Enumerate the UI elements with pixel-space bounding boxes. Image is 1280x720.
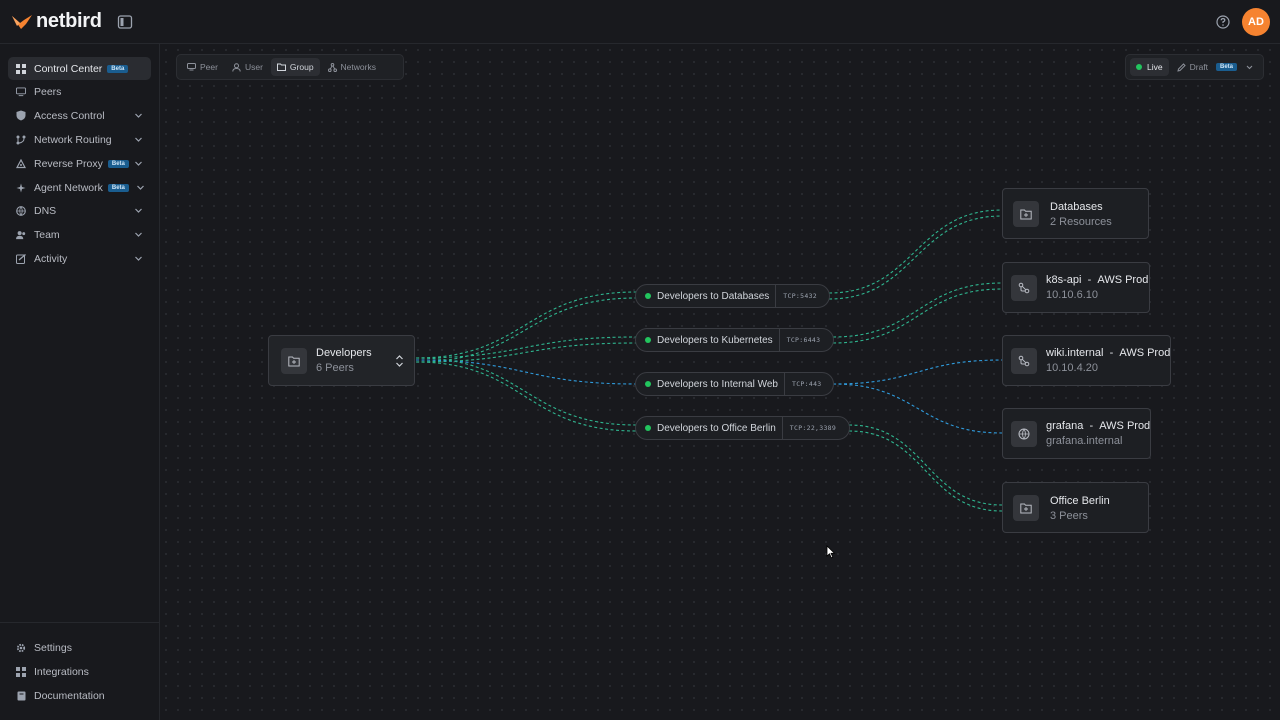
edge-policy-wiki [832, 359, 1003, 385]
expand-collapse-icon[interactable] [395, 354, 404, 368]
policy-port: TCP:6443 [778, 329, 828, 351]
edge-developers-databases [415, 291, 637, 359]
edge-developers-kubernetes [415, 342, 637, 363]
mouse-cursor-icon [826, 545, 836, 559]
destination-detail: 2 Resources [1050, 216, 1112, 228]
policy-port: TCP:22,3389 [781, 417, 843, 439]
folder-icon [281, 348, 307, 374]
destination-node-office-berlin[interactable]: Office Berlin 3 Peers [1002, 482, 1149, 533]
destination-detail: 3 Peers [1050, 510, 1088, 522]
policy-name: Developers to Kubernetes [657, 334, 773, 346]
destination-title: wiki.internal - AWS Prod [1046, 347, 1170, 359]
source-group-name: Developers [316, 347, 372, 359]
policy-status-dot [645, 293, 651, 299]
edge-policy-k8s [832, 288, 1003, 344]
destination-detail: 10.10.6.10 [1046, 289, 1098, 301]
edge-policy-grafana [832, 383, 1003, 434]
policy-node[interactable]: Developers to Databases TCP:5432 [635, 284, 830, 308]
policy-port: TCP:5432 [775, 285, 824, 307]
policy-name: Developers to Databases [657, 290, 770, 302]
destination-name: Databases [1050, 201, 1103, 213]
destination-node-grafana[interactable]: grafana - AWS Prod grafana.internal [1002, 408, 1151, 459]
destination-detail: 10.10.4.20 [1046, 362, 1098, 374]
source-group-node[interactable]: Developers 6 Peers [268, 335, 415, 386]
policy-name: Developers to Internal Web [657, 378, 778, 390]
folder-icon [1013, 495, 1039, 521]
separator: - [1089, 420, 1094, 432]
policy-node[interactable]: Developers to Internal Web TCP:443 [635, 372, 834, 396]
route-icon [1011, 275, 1037, 301]
edge-policy-office-berlin [848, 424, 1003, 506]
separator: - [1087, 274, 1092, 286]
edge-policy-databases [828, 209, 1003, 294]
destination-network: AWS Prod [1119, 347, 1171, 359]
policy-name: Developers to Office Berlin [657, 422, 776, 434]
destination-title: k8s-api - AWS Prod [1046, 274, 1148, 286]
folder-icon [1013, 201, 1039, 227]
edge-policy-databases [828, 215, 1003, 300]
destination-network: AWS Prod [1097, 274, 1149, 286]
globe-icon [1011, 421, 1037, 447]
policy-status-dot [645, 425, 651, 431]
destination-title: grafana - AWS Prod [1046, 420, 1150, 432]
policy-status-dot [645, 337, 651, 343]
destination-network: AWS Prod [1099, 420, 1151, 432]
edge-developers-internal-web [415, 359, 637, 385]
edge-developers-office-berlin [415, 357, 637, 426]
destination-node-databases[interactable]: Databases 2 Resources [1002, 188, 1149, 239]
destination-name: k8s-api [1046, 274, 1082, 286]
policy-node[interactable]: Developers to Kubernetes TCP:6443 [635, 328, 834, 352]
policy-status-dot [645, 381, 651, 387]
edge-policy-office-berlin [848, 430, 1003, 512]
route-icon [1011, 348, 1037, 374]
destination-name: grafana [1046, 420, 1084, 432]
destination-name: wiki.internal [1046, 347, 1104, 359]
destination-node-k8s-api[interactable]: k8s-api - AWS Prod 10.10.6.10 [1002, 262, 1150, 313]
destination-detail: grafana.internal [1046, 435, 1123, 447]
policy-port: TCP:443 [784, 373, 829, 395]
destination-node-wiki-internal[interactable]: wiki.internal - AWS Prod 10.10.4.20 [1002, 335, 1171, 386]
separator: - [1109, 347, 1114, 359]
destination-name: Office Berlin [1050, 495, 1110, 507]
edge-developers-kubernetes [415, 336, 637, 359]
source-group-count: 6 Peers [316, 362, 354, 374]
policy-node[interactable]: Developers to Office Berlin TCP:22,3389 [635, 416, 850, 440]
